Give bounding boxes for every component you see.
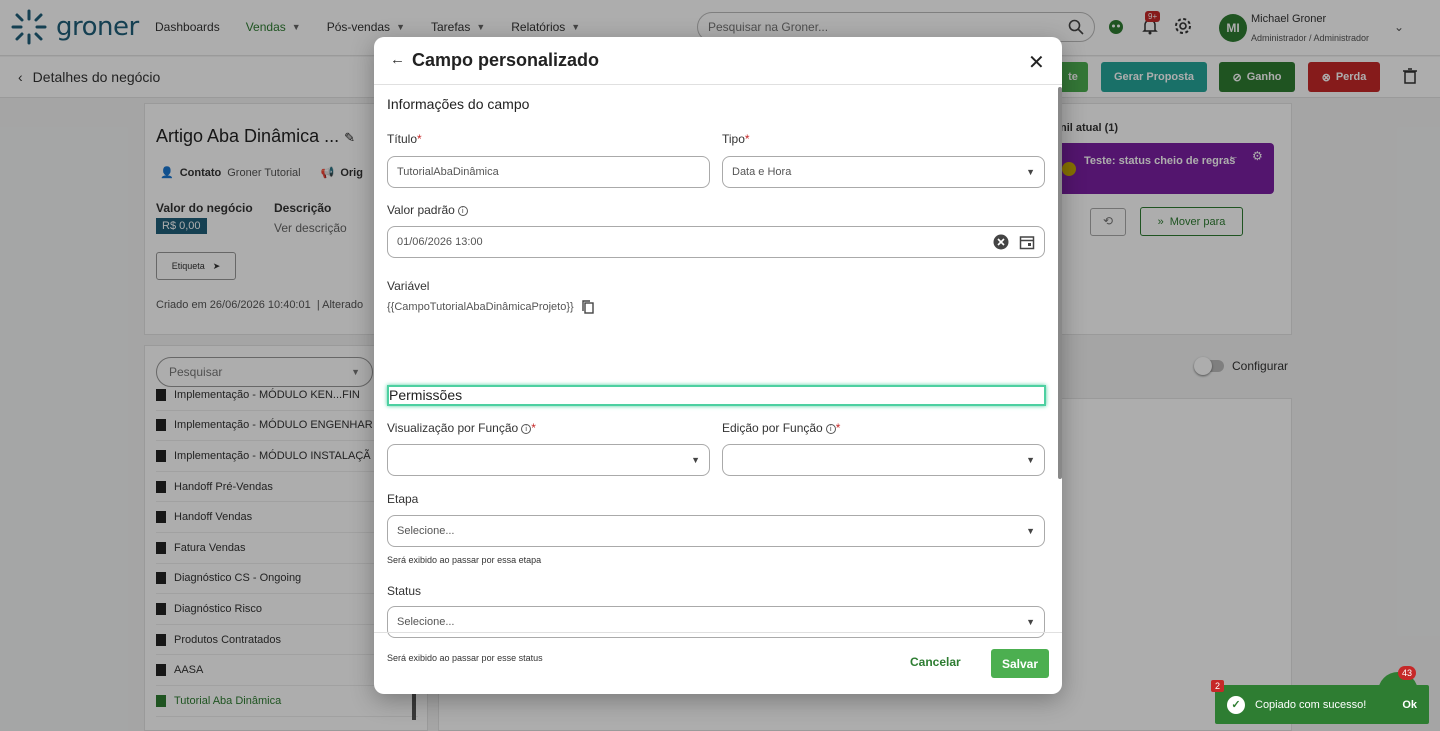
check-circle-icon: ✓ xyxy=(1227,695,1245,714)
arrow-left-icon[interactable]: ← xyxy=(390,51,405,68)
status-label: Status xyxy=(387,584,422,598)
status-placeholder: Selecione... xyxy=(397,616,455,628)
caret-down-icon: ▼ xyxy=(691,455,700,465)
caret-down-icon: ▼ xyxy=(1026,526,1035,536)
calendar-icon[interactable] xyxy=(1019,234,1035,250)
edicao-label: Edição por Função i * xyxy=(722,421,840,435)
variavel-label: Variável xyxy=(387,279,430,293)
visualizacao-label: Visualização por Função i * xyxy=(387,421,536,435)
toast-count-badge: 2 xyxy=(1211,680,1225,692)
modal-body: Informações do campo Título* TutorialAba… xyxy=(374,85,1062,663)
titulo-label-text: Título xyxy=(387,132,418,146)
tipo-label-text: Tipo xyxy=(722,132,745,146)
toast-message: Copiado com sucesso! xyxy=(1255,698,1367,711)
edicao-label-text: Edição por Função xyxy=(722,421,823,435)
required-marker: * xyxy=(744,132,750,146)
success-toast: ✓ Copiado com sucesso! Ok xyxy=(1215,685,1429,724)
titulo-value: TutorialAbaDinâmica xyxy=(397,166,499,178)
section-info-title: Informações do campo xyxy=(387,96,530,112)
caret-down-icon: ▼ xyxy=(1026,455,1035,465)
caret-down-icon: ▼ xyxy=(1026,167,1035,177)
required-marker: * xyxy=(835,421,841,435)
titulo-field[interactable]: TutorialAbaDinâmica xyxy=(387,156,710,188)
close-icon[interactable]: ✕ xyxy=(1028,50,1045,75)
clear-icon[interactable] xyxy=(993,234,1009,250)
modal-scrollbar[interactable] xyxy=(1058,87,1062,479)
cancel-button[interactable]: Cancelar xyxy=(910,655,961,669)
valor-padrao-field[interactable]: 01/06/2026 13:00 xyxy=(387,226,1045,258)
required-marker: * xyxy=(417,132,422,146)
modal-header: ← Campo personalizado ✕ xyxy=(374,37,1062,85)
required-marker: * xyxy=(531,421,536,435)
tipo-label: Tipo* xyxy=(722,132,750,146)
modal-footer: Cancelar Salvar xyxy=(374,632,1062,694)
etapa-label: Etapa xyxy=(387,492,419,506)
info-icon[interactable]: i xyxy=(825,423,836,434)
etapa-hint: Será exibido ao passar por essa etapa xyxy=(387,555,542,565)
chat-badge: 43 xyxy=(1398,666,1417,680)
modal-title: Campo personalizado xyxy=(412,50,600,70)
tipo-select[interactable]: Data e Hora ▼ xyxy=(722,156,1045,188)
visualizacao-label-text: Visualização por Função xyxy=(387,421,519,435)
titulo-label: Título* xyxy=(387,132,422,146)
field-actions xyxy=(993,234,1035,250)
etapa-select[interactable]: Selecione... ▼ xyxy=(387,515,1045,547)
visualizacao-select[interactable]: ▼ xyxy=(387,444,710,476)
caret-down-icon: ▼ xyxy=(1026,617,1035,627)
permissions-section-title: Permissões xyxy=(387,385,1046,406)
tipo-value: Data e Hora xyxy=(732,166,792,178)
variavel-row: {{CampoTutorialAbaDinâmicaProjeto}} xyxy=(387,300,594,314)
valor-padrao-label: Valor padrão i xyxy=(387,203,468,217)
custom-field-modal: ← Campo personalizado ✕ Informações do c… xyxy=(374,37,1062,694)
info-icon[interactable]: i xyxy=(521,423,532,434)
toast-ok-button[interactable]: Ok xyxy=(1402,699,1417,711)
valor-padrao-value: 01/06/2026 13:00 xyxy=(397,236,483,248)
save-button[interactable]: Salvar xyxy=(991,649,1049,678)
edicao-select[interactable]: ▼ xyxy=(722,444,1045,476)
variavel-value: {{CampoTutorialAbaDinâmicaProjeto}} xyxy=(387,301,574,313)
valor-padrao-label-text: Valor padrão xyxy=(387,203,455,217)
etapa-placeholder: Selecione... xyxy=(397,525,455,537)
copy-icon[interactable] xyxy=(582,300,594,314)
info-icon[interactable]: i xyxy=(457,205,468,216)
